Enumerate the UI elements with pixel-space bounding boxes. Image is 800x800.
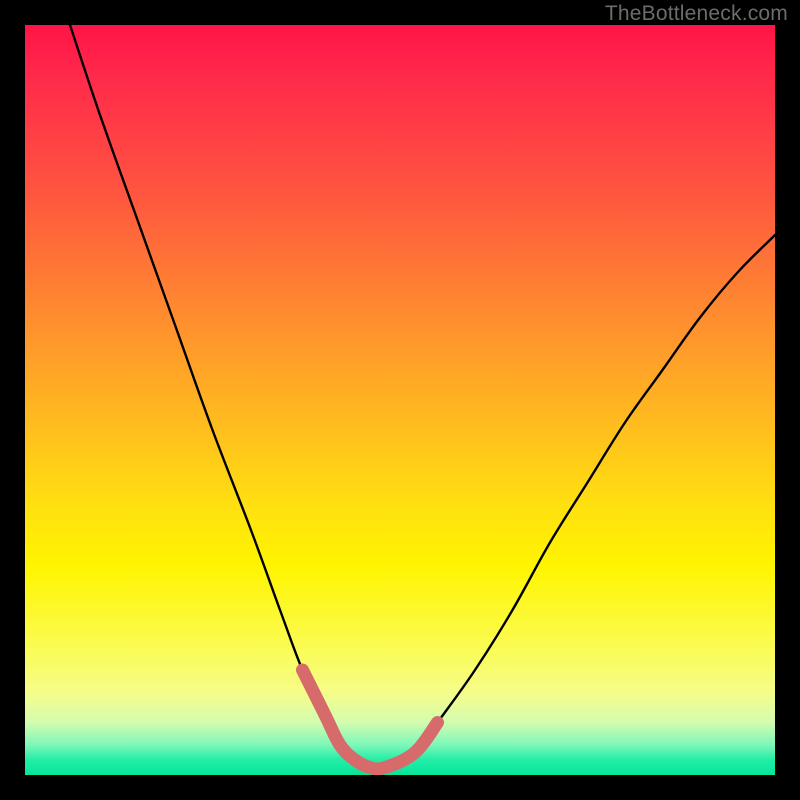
bottleneck-curve-svg xyxy=(25,25,775,775)
bottleneck-highlight-path xyxy=(303,670,438,769)
watermark-text: TheBottleneck.com xyxy=(605,2,788,26)
bottleneck-curve-path xyxy=(70,25,775,769)
chart-frame: TheBottleneck.com xyxy=(0,0,800,800)
plot-area xyxy=(25,25,775,775)
